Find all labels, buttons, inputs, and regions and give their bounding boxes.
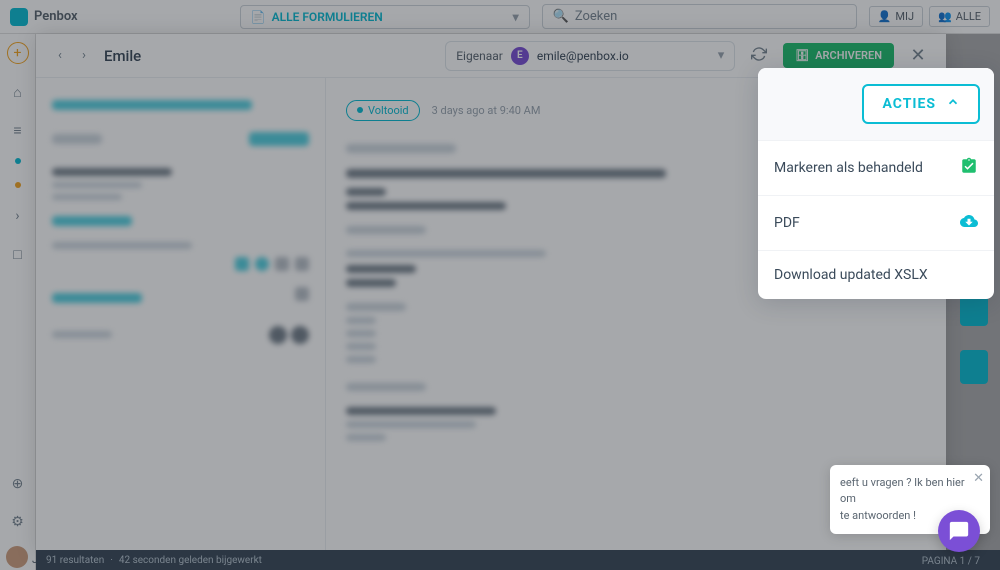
chat-launcher[interactable]: [938, 510, 980, 552]
check-clipboard-icon: [960, 157, 978, 179]
menu-pdf[interactable]: PDF: [758, 195, 994, 250]
cloud-download-icon: [960, 212, 978, 234]
help-line1: eeft u vragen ? Ik ben hier om: [840, 475, 968, 508]
menu-mark-handled[interactable]: Markeren als behandeld: [758, 141, 994, 195]
chevron-up-icon: [946, 95, 960, 113]
help-close-button[interactable]: ✕: [973, 469, 984, 489]
acties-dropdown: ACTIES Markeren als behandeld PDF Downlo…: [758, 68, 994, 299]
chat-icon: [948, 520, 970, 542]
menu-download-xslx[interactable]: Download updated XSLX: [758, 250, 994, 299]
acties-button[interactable]: ACTIES: [862, 84, 980, 124]
